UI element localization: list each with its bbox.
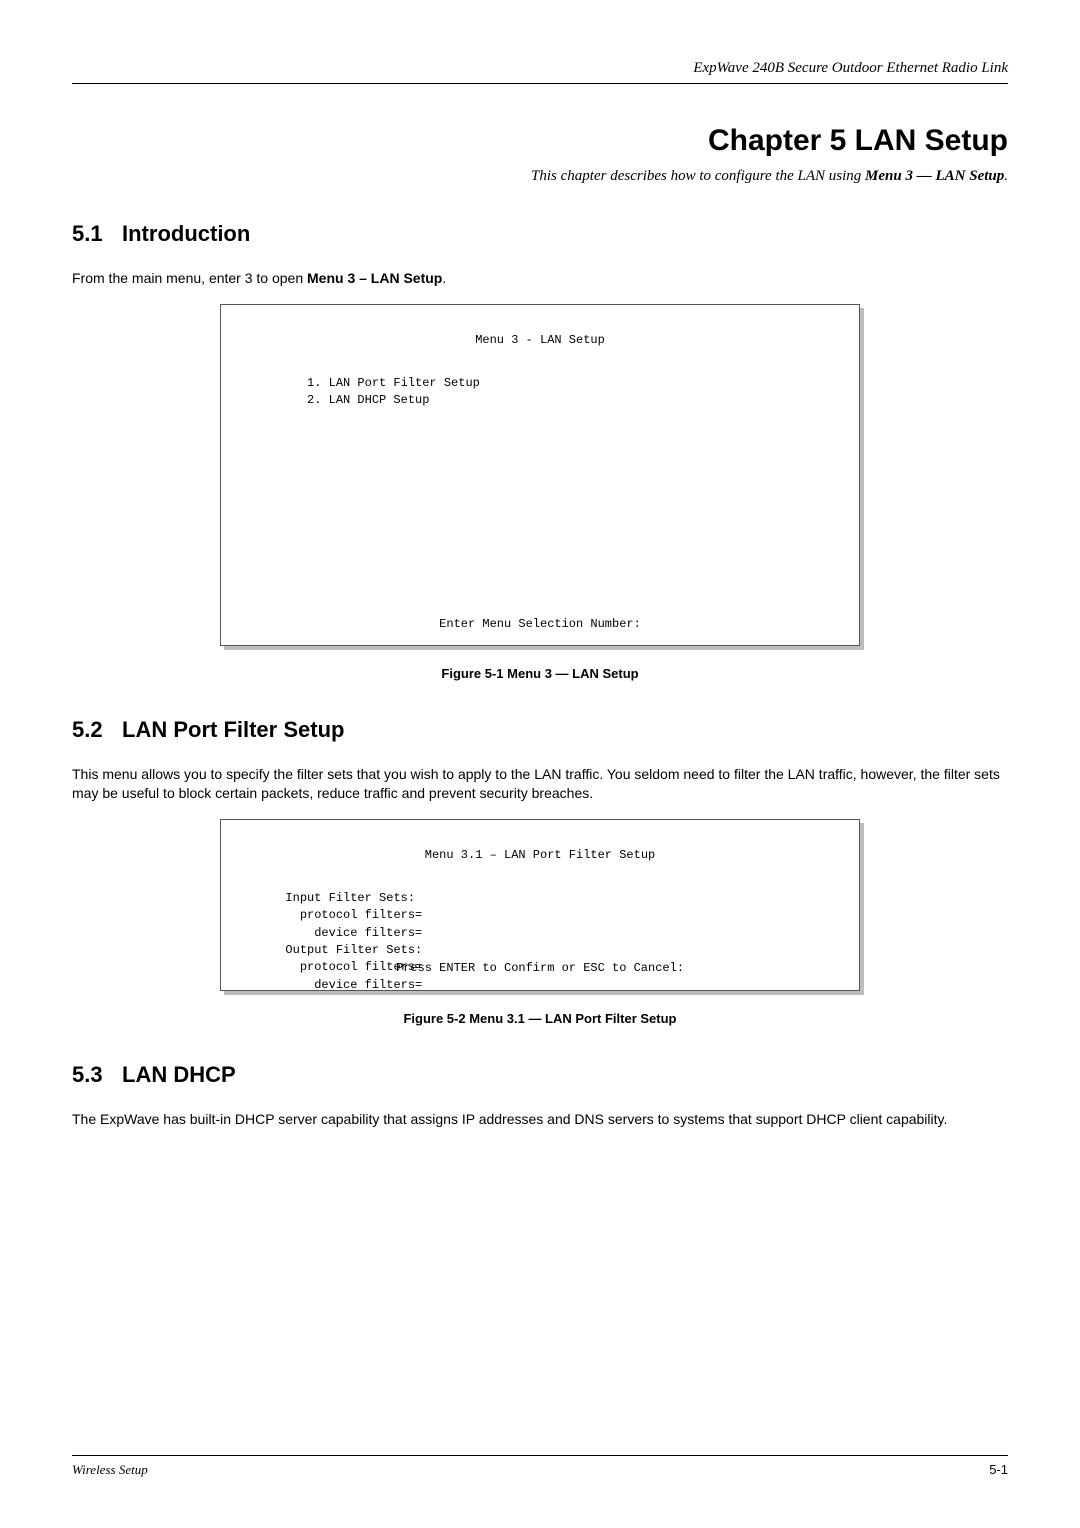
term1-line1: 1. LAN Port Filter Setup [307,376,480,390]
term2-l1: Input Filter Sets: [285,891,415,905]
footer-page-number: 5-1 [989,1462,1008,1478]
sec51-p-pre: From the main menu, enter 3 to open [72,270,307,286]
section-title: LAN Port Filter Setup [122,717,344,742]
chapter-title: Chapter 5 LAN Setup [72,124,1008,158]
sec52-paragraph: This menu allows you to specify the filt… [72,765,1008,803]
section-title: Introduction [122,221,250,246]
sec51-paragraph: From the main menu, enter 3 to open Menu… [72,269,1008,288]
term2-l3: device filters= [285,926,422,940]
page: ExpWave 240B Secure Outdoor Ethernet Rad… [0,0,1080,1528]
term2-l4: Output Filter Sets: [285,943,422,957]
sec51-p-post: . [442,270,446,286]
section-number: 5.1 [72,221,122,247]
section-5-1-heading: 5.1Introduction [72,221,1008,247]
footer-title: Wireless Setup [72,1462,148,1478]
chapter-subtitle-post: . [1004,168,1008,184]
section-title: LAN DHCP [122,1062,236,1087]
figure-5-1-caption: Figure 5-1 Menu 3 — LAN Setup [72,666,1008,681]
sec53-paragraph: The ExpWave has built-in DHCP server cap… [72,1110,1008,1129]
section-number: 5.2 [72,717,122,743]
section-5-2-heading: 5.2LAN Port Filter Setup [72,717,1008,743]
terminal-menu3-1: Menu 3.1 – LAN Port Filter Setup Input F… [220,819,860,991]
section-5-3-heading: 5.3LAN DHCP [72,1062,1008,1088]
chapter-subtitle-pre: This chapter describes how to configure … [531,168,865,184]
term1-footer: Enter Menu Selection Number: [221,616,859,633]
term2-title: Menu 3.1 – LAN Port Filter Setup [235,847,845,864]
terminal-figure-1-wrap: Menu 3 - LAN Setup 1. LAN Port Filter Se… [220,304,860,646]
section-number: 5.3 [72,1062,122,1088]
page-footer: Wireless Setup 5-1 [72,1455,1008,1478]
terminal-menu3: Menu 3 - LAN Setup 1. LAN Port Filter Se… [220,304,860,646]
term2-l6: device filters= [285,978,422,992]
running-header: ExpWave 240B Secure Outdoor Ethernet Rad… [72,60,1008,84]
terminal-figure-2-wrap: Menu 3.1 – LAN Port Filter Setup Input F… [220,819,860,991]
term1-line2: 2. LAN DHCP Setup [307,393,429,407]
term2-footer: Press ENTER to Confirm or ESC to Cancel: [221,960,859,977]
chapter-subtitle: This chapter describes how to configure … [72,168,1008,185]
term2-l2: protocol filters= [285,908,422,922]
term1-title: Menu 3 - LAN Setup [235,332,845,349]
sec51-p-bold: Menu 3 – LAN Setup [307,270,442,286]
chapter-subtitle-bold: Menu 3 — LAN Setup [865,168,1004,184]
